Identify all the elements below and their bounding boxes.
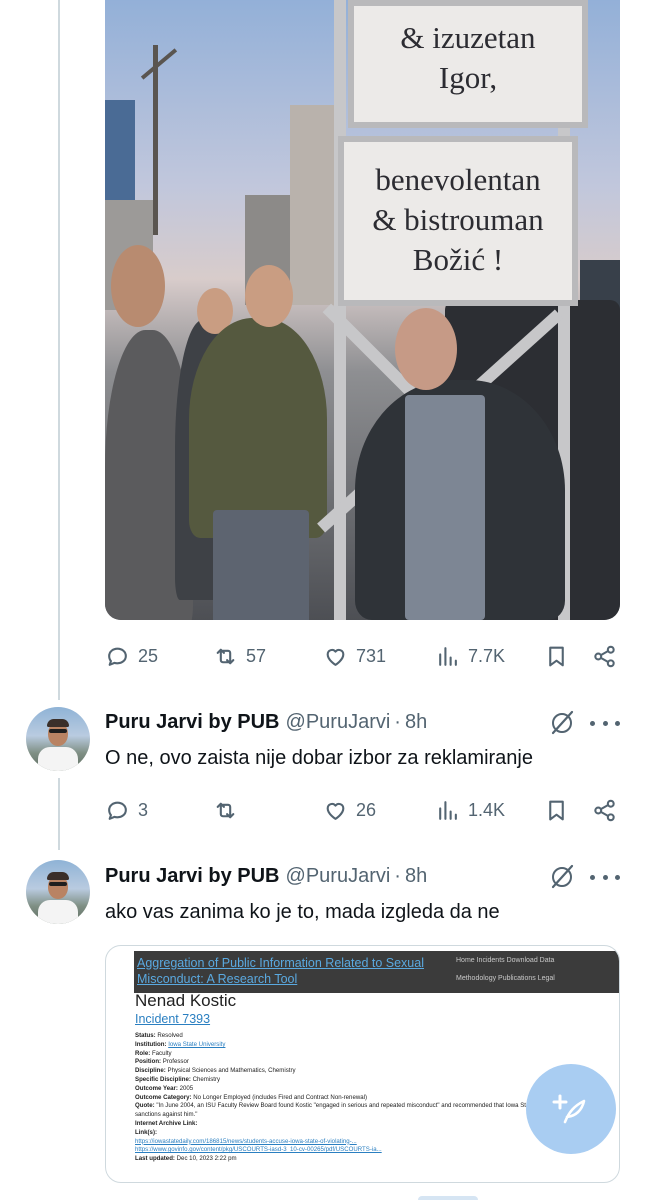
sign-bottom-line-1: benevolentan <box>375 162 541 197</box>
bottom-indicator <box>418 1196 478 1200</box>
field-row: Position: Professor <box>135 1058 189 1066</box>
timestamp[interactable]: 8h <box>405 711 427 734</box>
views-count: 7.7K <box>468 645 506 666</box>
sign-top-line-1: & izuzetan <box>400 20 536 55</box>
reply1-actions: 3 26 1.4K <box>105 795 620 825</box>
grok-icon[interactable] <box>548 709 576 737</box>
person-green-jeans <box>213 510 309 620</box>
reply1-text: O ne, ovo zaista nije dobar izbor za rek… <box>105 747 533 769</box>
building-right <box>290 105 340 305</box>
field-row: Outcome Year: 2005 <box>135 1084 194 1092</box>
reply-button[interactable]: 25 <box>105 641 158 671</box>
repost-icon <box>216 802 235 818</box>
sign-bottom-line-3: Božić ! <box>412 242 504 277</box>
site-title: Aggregation of Public Information Relate… <box>137 956 424 986</box>
post1-actions: 25 57 731 7.7K <box>105 641 620 671</box>
site-header: Aggregation of Public Information Relate… <box>134 951 619 993</box>
avatar[interactable] <box>26 860 90 924</box>
avatar[interactable] <box>26 707 90 771</box>
person-green-head <box>245 265 293 327</box>
separator-dot: · <box>394 864 401 887</box>
thread-line-top <box>58 0 60 700</box>
updated-row: Last updated: Dec 10, 2023 2:22 pm <box>135 1155 237 1163</box>
sign-bottom-line-2: & bistrouman <box>372 202 544 237</box>
like-count: 26 <box>356 799 377 820</box>
grok-icon[interactable] <box>548 863 576 891</box>
incident-link: Incident 7393 <box>135 1012 211 1026</box>
views-button[interactable]: 7.7K <box>435 641 505 671</box>
repost-button[interactable]: 57 <box>213 641 266 671</box>
compose-icon <box>552 1094 586 1124</box>
crane <box>153 45 158 235</box>
field-row: Discipline: Physical Sciences and Mathem… <box>135 1067 296 1075</box>
share-icon <box>594 799 615 821</box>
bookmark-icon <box>549 646 564 666</box>
man-head <box>395 308 457 390</box>
sign-bottom: benevolentan & bistrouman Božić ! <box>338 136 578 306</box>
like-button[interactable]: 731 <box>323 641 386 671</box>
reply-icon <box>108 801 127 820</box>
attached-screenshot[interactable]: Aggregation of Public Information Relate… <box>105 945 620 1183</box>
field-row: Role: Faculty <box>135 1049 172 1057</box>
compose-button[interactable] <box>526 1064 616 1154</box>
crane-arm <box>140 48 178 80</box>
views-icon <box>439 646 457 666</box>
person-green-jacket <box>189 318 327 538</box>
share-button[interactable] <box>592 641 617 671</box>
field-row: Status: Resolved <box>135 1032 183 1039</box>
like-button[interactable]: 26 <box>323 795 376 825</box>
bookmark-button[interactable] <box>544 641 569 671</box>
share-icon <box>594 645 615 667</box>
post-photo[interactable]: & izuzetan Igor, benevolentan & bistroum… <box>105 0 620 620</box>
bookmark-button[interactable] <box>544 795 569 825</box>
reply2-text: ako vas zanima ko je to, mada izgleda da… <box>105 901 500 923</box>
site-nav-row-2: Methodology Publications Legal <box>456 975 555 982</box>
like-count: 731 <box>356 645 387 666</box>
views-count: 1.4K <box>468 799 506 820</box>
heart-icon <box>326 648 345 666</box>
reply2-header: Puru Jarvi by PUB @PuruJarvi · 8h <box>105 862 427 890</box>
reply1-header: Puru Jarvi by PUB @PuruJarvi · 8h <box>105 708 427 736</box>
person-left-head <box>111 245 165 327</box>
site-nav-row-1: Home Incidents Download Data <box>456 957 555 964</box>
more-icon[interactable] <box>590 863 620 891</box>
thread-line-middle <box>58 778 60 850</box>
views-button[interactable]: 1.4K <box>435 795 505 825</box>
bookmark-icon <box>549 800 564 820</box>
author-handle[interactable]: @PuruJarvi <box>286 711 391 734</box>
repost-button[interactable] <box>213 795 246 825</box>
archive-row: Internet Archive Link: <box>135 1119 198 1127</box>
reply-count: 3 <box>138 799 149 820</box>
reply-button[interactable]: 3 <box>105 795 148 825</box>
views-icon <box>439 800 457 820</box>
links-row: Link(s): <box>135 1128 158 1136</box>
reply-count: 25 <box>138 645 159 666</box>
author-name[interactable]: Puru Jarvi by PUB <box>105 865 280 888</box>
incident-fields: Status: Resolved Institution: Iowa State… <box>135 1032 595 1164</box>
reply-icon <box>108 647 127 666</box>
field-row: Specific Discipline: Chemistry <box>135 1075 221 1083</box>
more-icon[interactable] <box>590 709 620 737</box>
person-name: Nenad Kostic <box>135 991 237 1010</box>
share-button[interactable] <box>592 795 617 825</box>
source-link-1: https://iowastatedaily.com/186815/news/s… <box>135 1137 357 1145</box>
heart-icon <box>326 802 345 820</box>
sign-top-line-2: Igor, <box>438 60 498 95</box>
repost-icon <box>216 648 235 664</box>
field-row: Institution: Iowa State University <box>135 1040 226 1048</box>
repost-count: 57 <box>246 645 267 666</box>
man-shirt <box>405 395 485 620</box>
author-handle[interactable]: @PuruJarvi <box>286 865 391 888</box>
timestamp[interactable]: 8h <box>405 865 427 888</box>
author-name[interactable]: Puru Jarvi by PUB <box>105 711 280 734</box>
sign-top: & izuzetan Igor, <box>348 0 588 128</box>
separator-dot: · <box>394 710 401 733</box>
source-link-2: https://www.govinfo.gov/content/pkg/USCO… <box>135 1146 382 1154</box>
